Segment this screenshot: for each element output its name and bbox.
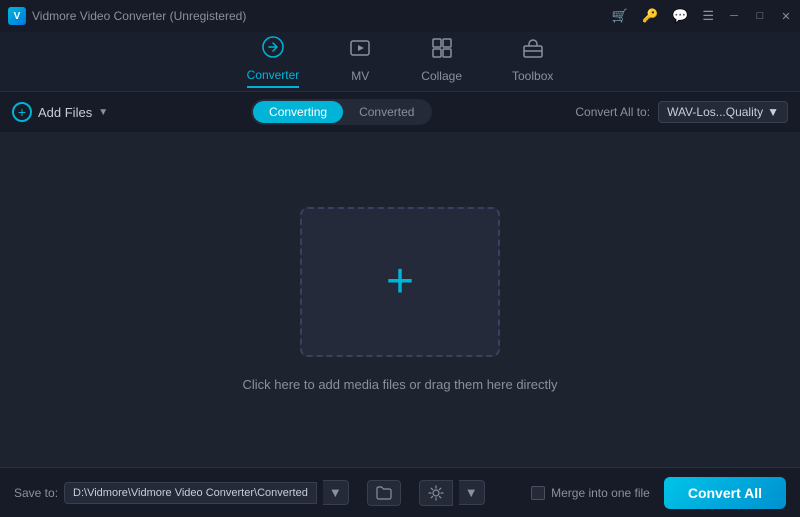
tab-collage-label: Collage bbox=[421, 69, 462, 83]
add-circle-icon: + bbox=[12, 102, 32, 122]
user-icon[interactable]: 🔑 bbox=[642, 8, 658, 24]
tab-mv[interactable]: MV bbox=[349, 37, 371, 87]
drop-zone[interactable]: + bbox=[300, 207, 500, 357]
save-to-label: Save to: bbox=[14, 486, 58, 500]
chat-icon[interactable]: 💬 bbox=[672, 8, 688, 24]
save-settings-button[interactable] bbox=[419, 480, 453, 506]
title-bar: V Vidmore Video Converter (Unregistered)… bbox=[0, 0, 800, 32]
minimize-button[interactable]: ─ bbox=[728, 10, 740, 22]
convert-format-button[interactable]: WAV-Los...Quality ▼ bbox=[658, 101, 788, 123]
tab-mv-label: MV bbox=[351, 69, 369, 83]
drop-text: Click here to add media files or drag th… bbox=[242, 377, 557, 392]
plus-icon: + bbox=[386, 258, 414, 306]
menu-icon[interactable]: ☰ bbox=[702, 8, 714, 24]
title-bar-right: 🛒 🔑 💬 ☰ ─ □ ✕ bbox=[612, 8, 792, 24]
converter-icon bbox=[262, 36, 284, 64]
add-files-button[interactable]: + Add Files ▼ bbox=[12, 102, 108, 122]
tab-converter-label: Converter bbox=[247, 68, 300, 82]
converting-tab[interactable]: Converting bbox=[253, 101, 343, 123]
converting-tabs: Converting Converted bbox=[251, 99, 432, 125]
convert-all-to-section: Convert All to: WAV-Los...Quality ▼ bbox=[575, 101, 788, 123]
merge-checkbox-section: Merge into one file bbox=[531, 486, 650, 500]
main-content: + Click here to add media files or drag … bbox=[0, 132, 800, 467]
title-bar-left: V Vidmore Video Converter (Unregistered) bbox=[8, 7, 246, 25]
mv-icon bbox=[349, 37, 371, 65]
convert-all-button[interactable]: Convert All bbox=[664, 477, 786, 509]
title-text: Vidmore Video Converter (Unregistered) bbox=[32, 9, 246, 23]
merge-checkbox[interactable] bbox=[531, 486, 545, 500]
close-button[interactable]: ✕ bbox=[780, 10, 792, 22]
save-settings-dropdown-button[interactable]: ▼ bbox=[459, 480, 485, 505]
save-to-section: Save to: D:\Vidmore\Vidmore Video Conver… bbox=[14, 480, 485, 506]
tab-toolbox-label: Toolbox bbox=[512, 69, 553, 83]
logo-text: V bbox=[14, 11, 21, 22]
tab-toolbox[interactable]: Toolbox bbox=[512, 37, 553, 87]
save-folder-button[interactable] bbox=[367, 480, 401, 506]
add-files-label: Add Files bbox=[38, 105, 92, 120]
converted-tab[interactable]: Converted bbox=[343, 101, 430, 123]
footer-right: Merge into one file Convert All bbox=[531, 477, 786, 509]
add-files-arrow-icon: ▼ bbox=[98, 107, 108, 118]
convert-all-to-label: Convert All to: bbox=[575, 105, 650, 119]
format-value: WAV-Los...Quality bbox=[667, 105, 763, 119]
footer: Save to: D:\Vidmore\Vidmore Video Conver… bbox=[0, 467, 800, 517]
merge-label: Merge into one file bbox=[551, 486, 650, 500]
sub-header: + Add Files ▼ Converting Converted Conve… bbox=[0, 92, 800, 132]
save-path-button[interactable]: D:\Vidmore\Vidmore Video Converter\Conve… bbox=[64, 482, 317, 504]
tab-collage[interactable]: Collage bbox=[421, 37, 462, 87]
collage-icon bbox=[431, 37, 453, 65]
toolbox-icon bbox=[522, 37, 544, 65]
tab-converter[interactable]: Converter bbox=[247, 36, 300, 88]
format-dropdown-arrow-icon: ▼ bbox=[767, 105, 779, 119]
save-path-dropdown-button[interactable]: ▼ bbox=[323, 480, 349, 505]
cart-icon[interactable]: 🛒 bbox=[612, 8, 628, 24]
restore-button[interactable]: □ bbox=[754, 10, 766, 22]
nav-tabs: Converter MV Collage bbox=[0, 32, 800, 92]
app-logo: V bbox=[8, 7, 26, 25]
